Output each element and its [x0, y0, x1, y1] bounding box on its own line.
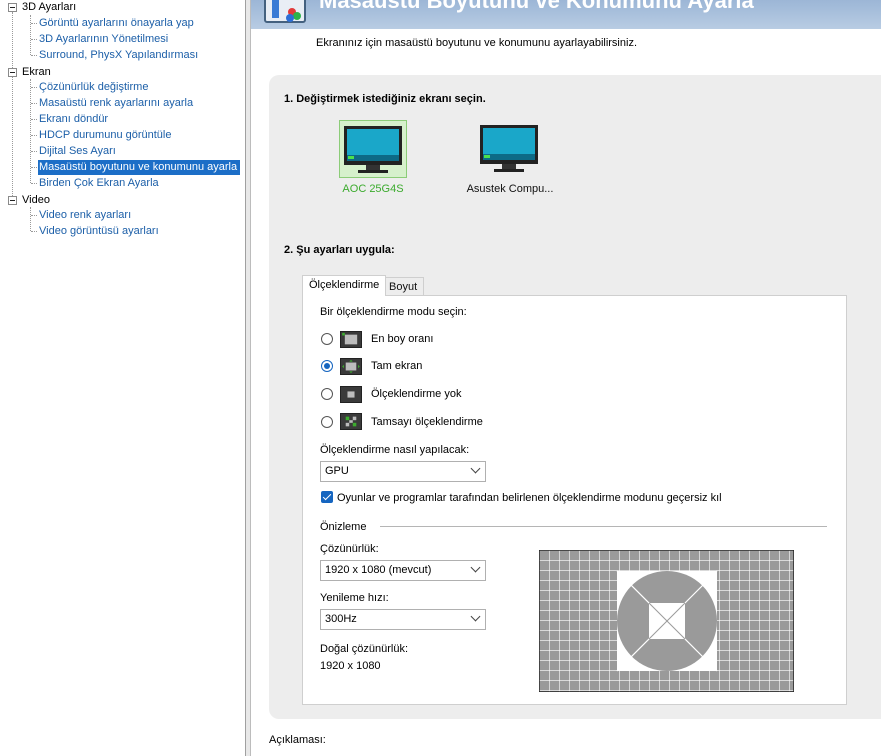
- tab-size[interactable]: Boyut: [382, 277, 425, 296]
- mode-label-aspect-ratio[interactable]: En boy oranı: [371, 333, 433, 345]
- tree-item-multiple-displays[interactable]: Birden Çok Ekran Ayarla: [39, 176, 159, 191]
- monitor-label-asustek: Asustek Compu...: [466, 183, 554, 195]
- content-pane: Masaüstü Boyutunu ve Konumunu Ayarla Ekr…: [251, 0, 881, 756]
- integer-scaling-icon: [340, 413, 362, 430]
- scaling-mode-prompt: Bir ölçeklendirme modu seçin:: [320, 306, 467, 318]
- tree-item-change-resolution[interactable]: Çözünürlük değiştirme: [39, 80, 148, 95]
- page-title: Masaüstü Boyutunu ve Konumunu Ayarla: [319, 0, 754, 13]
- refresh-rate-dropdown[interactable]: 300Hz: [320, 609, 486, 630]
- scaling-method-value: GPU: [325, 465, 349, 477]
- chevron-down-icon: [470, 463, 481, 474]
- native-resolution-label: Doğal çözünürlük:: [320, 643, 409, 655]
- radio-aspect-ratio[interactable]: [321, 333, 333, 345]
- radio-full-screen[interactable]: [321, 360, 333, 372]
- preview-label: Önizleme: [320, 521, 367, 533]
- tree-item-manage-3d[interactable]: 3D Ayarlarının Yönetilmesi: [39, 32, 168, 47]
- chevron-down-icon: [470, 562, 481, 573]
- resolution-dropdown[interactable]: 1920 x 1080 (mevcut): [320, 560, 486, 581]
- scaling-preview-image: [539, 550, 794, 692]
- scaling-method-label: Ölçeklendirme nasıl yapılacak:: [320, 444, 470, 456]
- tree-item-hdcp-status[interactable]: HDCP durumunu görüntüle: [39, 128, 171, 143]
- tree-connector: [12, 12, 13, 200]
- monitor-icon: [344, 126, 402, 173]
- display-settings-icon: [264, 0, 306, 23]
- tree-item-desktop-size-position[interactable]: Masaüstü boyutunu ve konumunu ayarla: [38, 160, 241, 175]
- mode-label-integer-scaling[interactable]: Tamsayı ölçeklendirme: [371, 416, 483, 428]
- scaling-method-dropdown[interactable]: GPU: [320, 461, 486, 482]
- tree-connector: [30, 207, 31, 231]
- refresh-rate-label: Yenileme hızı:: [320, 592, 389, 604]
- mode-label-no-scaling[interactable]: Ölçeklendirme yok: [371, 388, 461, 400]
- full-screen-icon: [340, 358, 362, 375]
- tree-item-rotate-display[interactable]: Ekranı döndür: [39, 112, 108, 127]
- refresh-rate-value: 300Hz: [325, 613, 357, 625]
- tree-category-display[interactable]: Ekran: [22, 65, 51, 80]
- collapse-toggle-icon[interactable]: [8, 196, 17, 205]
- collapse-toggle-icon[interactable]: [8, 68, 17, 77]
- override-checkbox[interactable]: [321, 491, 333, 503]
- monitor-icon: [480, 125, 538, 172]
- tree-item-video-color[interactable]: Video renk ayarları: [39, 208, 131, 223]
- navigation-tree: 3D Ayarları Görüntü ayarlarını önayarla …: [0, 0, 245, 756]
- preview-divider: [380, 526, 827, 527]
- aspect-ratio-icon: [340, 331, 362, 348]
- chevron-down-icon: [470, 611, 481, 622]
- resolution-label: Çözünürlük:: [320, 543, 379, 555]
- page-description: Ekranınız için masaüstü boyutunu ve konu…: [316, 37, 637, 49]
- description-section-label: Açıklaması:: [269, 734, 326, 746]
- tree-connector: [30, 15, 31, 55]
- monitor-label-aoc: AOC 25G4S: [342, 183, 404, 195]
- override-label[interactable]: Oyunlar ve programlar tarafından belirle…: [337, 492, 722, 504]
- step1-title: 1. Değiştirmek istediğiniz ekranı seçin.: [284, 93, 486, 105]
- tree-category-video[interactable]: Video: [22, 193, 50, 208]
- monitor-select-aoc[interactable]: [339, 120, 407, 178]
- mode-label-full-screen[interactable]: Tam ekran: [371, 360, 422, 372]
- tree-item-image-presets[interactable]: Görüntü ayarlarını önayarla yap: [39, 16, 194, 31]
- tree-item-video-image[interactable]: Video görüntüsü ayarları: [39, 224, 159, 239]
- tree-item-desktop-color[interactable]: Masaüstü renk ayarlarını ayarla: [39, 96, 193, 111]
- native-resolution-value: 1920 x 1080: [320, 660, 381, 672]
- radio-no-scaling[interactable]: [321, 388, 333, 400]
- tab-scaling[interactable]: Ölçeklendirme: [302, 275, 387, 296]
- no-scaling-icon: [340, 386, 362, 403]
- tree-item-digital-audio[interactable]: Dijital Ses Ayarı: [39, 144, 116, 159]
- page-header: Masaüstü Boyutunu ve Konumunu Ayarla: [251, 0, 881, 29]
- collapse-toggle-icon[interactable]: [8, 3, 17, 12]
- resolution-value: 1920 x 1080 (mevcut): [325, 564, 432, 576]
- step2-title: 2. Şu ayarları uygula:: [284, 244, 395, 256]
- tree-item-surround-physx[interactable]: Surround, PhysX Yapılandırması: [39, 48, 198, 63]
- monitor-select-asustek[interactable]: [476, 120, 544, 178]
- tree-category-3d-settings[interactable]: 3D Ayarları: [22, 0, 76, 15]
- radio-integer-scaling[interactable]: [321, 416, 333, 428]
